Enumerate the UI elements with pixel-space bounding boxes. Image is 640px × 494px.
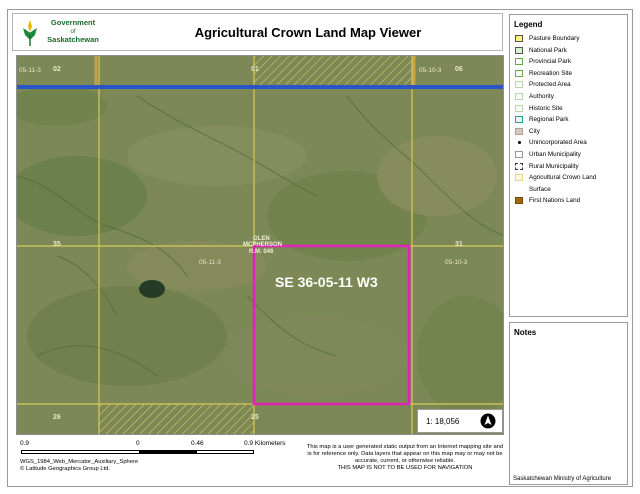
logo-line-1: Government (50, 18, 96, 27)
section-label-01: 01 (251, 66, 259, 73)
rm-name-label-2: MCPHERSON (243, 242, 283, 248)
legend-label: Rural Municipality (529, 162, 579, 170)
legend-title: Legend (514, 20, 543, 29)
logo-line-3: Saskatchewan (47, 35, 99, 44)
legend-label: Authority (529, 92, 554, 100)
scalebar-graphic (21, 450, 254, 454)
twp-label-mid-left: 05-11-3 (199, 259, 221, 266)
crown-land-parcel[interactable] (99, 404, 254, 435)
legend-list: Pasture Boundary National Park Provincia… (510, 33, 627, 207)
section-label-35: 35 (53, 241, 61, 248)
legend-label: Agricultural Crown Land (529, 174, 597, 182)
saskatchewan-logo: Government of Saskatchewan (19, 18, 99, 48)
disclaimer-line-3: accurate, current, or otherwise reliable… (354, 458, 456, 464)
section-label-31: 31 (455, 241, 463, 248)
disclaimer: This map is a user generated static outp… (305, 444, 505, 472)
scalebar-right-label: 0.9 Kilometers (244, 440, 286, 447)
legend-label: Unincorporated Area (529, 139, 587, 147)
legend-item-first-nations-land: First Nations Land (510, 195, 627, 207)
section-label-25: 25 (251, 414, 259, 421)
legend-label: First Nations Land (529, 197, 581, 205)
wheat-logo-icon (23, 20, 37, 46)
disclaimer-line-4: THIS MAP IS NOT TO BE USED FOR NAVIGATIO… (337, 465, 473, 471)
rm-number-label: R.M. 046 (249, 249, 274, 255)
twp-label-top-right: 05-10-3 (419, 67, 442, 74)
legend-item-authority: Authority (510, 91, 627, 103)
legend-item-regional-park: Regional Park (510, 114, 627, 126)
legend-label: Historic Site (529, 104, 563, 112)
legend-label: Protected Area (529, 81, 571, 89)
legend-label: Urban Municipality (529, 150, 581, 158)
legend-item-historic-site: Historic Site (510, 103, 627, 115)
parcel-label: SE 36-05-11 W3 (275, 274, 378, 290)
legend-label: Surface (529, 185, 551, 193)
disclaimer-line-1: This map is a user generated static outp… (306, 444, 504, 450)
map-view[interactable]: 02 05-11-3 01 05-10-3 06 35 GLEN MCPHERS… (16, 55, 504, 435)
north-arrow-icon (480, 413, 496, 429)
legend-item-agricultural-crown-land: Agricultural Crown Land (510, 172, 627, 184)
ministry-credit: Saskatchewan Ministry of Agriculture (513, 476, 612, 482)
scale-ratio-box: 1: 18,056 (417, 409, 503, 433)
pond (139, 280, 165, 298)
scalebar-left-label: 0.9 (20, 440, 30, 447)
legend-item-recreation-site: Recreation Site (510, 68, 627, 80)
page-title: Agricultural Crown Land Map Viewer (194, 25, 422, 40)
legend-label: City (529, 127, 540, 135)
legend-item-urban-municipality: Urban Municipality (510, 149, 627, 161)
disclaimer-line-2: is for reference only. Data layers that … (307, 451, 503, 457)
legend-item-pasture-boundary: Pasture Boundary (510, 33, 627, 45)
section-label-06: 06 (455, 66, 463, 73)
crown-land-parcel[interactable] (254, 56, 412, 86)
legend-panel: Legend Pasture Boundary National Park Pr… (509, 14, 628, 317)
scale-ratio-value: 1: 18,056 (426, 417, 460, 426)
twp-label-top-left: 05-11-3 (19, 67, 41, 74)
legend-item-city: City (510, 126, 627, 138)
scalebar-zero-label: 0 (136, 440, 140, 447)
legend-label: Recreation Site (529, 69, 573, 77)
twp-label-mid-right: 05-10-3 (445, 259, 468, 266)
section-label-26: 26 (53, 414, 61, 421)
highway (17, 85, 503, 89)
dot-icon (518, 141, 521, 145)
notes-title: Notes (514, 328, 537, 337)
copyright-text: © Latitude Geographics Group Ltd. (20, 466, 110, 472)
legend-label: Provincial Park (529, 58, 571, 66)
legend-item-protected-area: Protected Area (510, 79, 627, 91)
legend-item-provincial-park: Provincial Park (510, 56, 627, 68)
notes-panel: Notes Saskatchewan Ministry of Agricultu… (509, 322, 628, 485)
header: Government of Saskatchewan Agricultural … (12, 13, 503, 51)
footer-credits: WGS_1984_Web_Mercator_Auxiliary_Sphere ©… (20, 459, 138, 473)
logo-text: Government of Saskatchewan (43, 18, 103, 45)
section-label-02: 02 (53, 66, 61, 73)
legend-item-unincorporated-area: Unincorporated Area (510, 137, 627, 149)
legend-label: Regional Park (529, 116, 569, 124)
projection-text: WGS_1984_Web_Mercator_Auxiliary_Sphere (20, 459, 139, 465)
legend-item-surface: Surface (510, 184, 627, 196)
legend-label: National Park (529, 46, 567, 54)
legend-item-national-park: National Park (510, 45, 627, 57)
legend-item-rural-municipality: Rural Municipality (510, 161, 627, 173)
legend-label: Pasture Boundary (529, 35, 580, 42)
scalebar-mid-label: 0.46 (191, 440, 204, 447)
